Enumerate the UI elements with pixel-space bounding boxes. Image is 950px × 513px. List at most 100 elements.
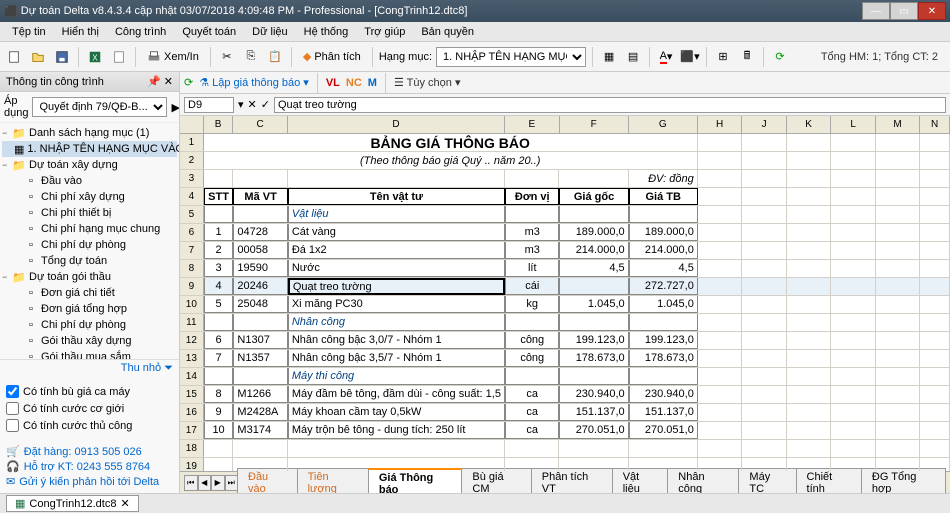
file-close-icon[interactable]: ✕ — [120, 497, 129, 510]
refresh-button[interactable]: ⟳ — [770, 47, 790, 67]
m-label[interactable]: M — [368, 77, 377, 89]
col-header[interactable]: D — [288, 116, 505, 133]
cell-reference-input[interactable] — [184, 97, 234, 113]
menu-quyet-toan[interactable]: Quyết toán — [174, 24, 244, 40]
menu-tep-tin[interactable]: Tệp tin — [4, 24, 54, 40]
col-header[interactable]: G — [629, 116, 698, 133]
check-bugia[interactable]: Có tính bù giá ca máy — [6, 383, 173, 400]
analyze-button[interactable]: ◆Phân tích — [298, 47, 366, 67]
row-header[interactable]: 17 — [180, 422, 204, 439]
minimize-button[interactable]: — — [862, 2, 890, 20]
row-header[interactable]: 14 — [180, 368, 204, 385]
sheet-tab[interactable]: Tiên lượng — [297, 468, 369, 494]
print-preview-button[interactable]: Xem/In — [142, 47, 204, 67]
col-header[interactable]: N — [920, 116, 950, 133]
pin-icon[interactable]: 📌 ✕ — [147, 75, 173, 88]
sheet-tab[interactable]: Máy TC — [738, 468, 796, 494]
row-header[interactable]: 6 — [180, 224, 204, 241]
row-header[interactable]: 5 — [180, 206, 204, 223]
sheet-tab[interactable]: ĐG Tổng hợp — [861, 468, 946, 494]
tree-item[interactable]: ▫Đơn giá tổng hợp — [2, 301, 177, 317]
sheet-tab[interactable]: Giá Thông báo — [368, 468, 463, 494]
file-tab[interactable]: ▦ CongTrinh12.dtc8 ✕ — [6, 495, 139, 512]
row-header[interactable]: 11 — [180, 314, 204, 331]
refresh-small-icon[interactable]: ⟳ — [184, 76, 193, 89]
row-header[interactable]: 1 — [180, 134, 204, 151]
spreadsheet-grid[interactable]: B C D E F G H J K L M N 1BẢNG GIÁ THÔNG … — [180, 116, 950, 471]
menu-he-thong[interactable]: Hệ thống — [296, 24, 357, 40]
row-header[interactable]: 4 — [180, 188, 204, 205]
grid-button[interactable]: ⊞ — [713, 47, 733, 67]
sheet-tab[interactable]: Chiết tính — [796, 468, 862, 494]
project-tree[interactable]: −📁Danh sách hạng mục (1)▦1. NHẬP TÊN HẠN… — [0, 123, 179, 359]
hangmuc-combo[interactable]: 1. NHẬP TÊN HẠNG MỤC VÀ... — [436, 47, 586, 67]
row-header[interactable]: 19 — [180, 458, 204, 471]
tool-a-button[interactable]: ▦ — [599, 47, 619, 67]
tree-item[interactable]: −📁Dự toán xây dựng — [2, 157, 177, 173]
open-file-button[interactable] — [28, 47, 48, 67]
tree-item[interactable]: ▫Đầu vào — [2, 173, 177, 189]
tab-nav-first[interactable]: ⏮ — [184, 475, 198, 491]
calc-button[interactable]: 🖩 — [737, 47, 757, 67]
menu-hien-thi[interactable]: Hiển thị — [54, 24, 107, 40]
tree-item[interactable]: ▫Đơn giá chi tiết — [2, 285, 177, 301]
fill-color-button[interactable]: ⬛▾ — [680, 47, 700, 67]
apdung-go-icon[interactable]: ▶ — [171, 101, 179, 114]
copy-button[interactable]: ⎘ — [241, 47, 261, 67]
tab-nav-next[interactable]: ▶ — [211, 475, 225, 491]
apdung-combo[interactable]: Quyết định 79/QĐ-B... — [32, 97, 167, 117]
formula-input[interactable] — [274, 97, 946, 113]
check-cuoc-cogioi[interactable]: Có tính cước cơ giới — [6, 400, 173, 417]
link-hotro[interactable]: 🎧 Hỗ trợ KT: 0243 555 8764 — [6, 459, 173, 474]
col-header[interactable]: K — [787, 116, 831, 133]
fx-dropdown-icon[interactable]: ▾ — [238, 98, 244, 111]
excel-export-button[interactable]: X — [85, 47, 105, 67]
sheet-tab[interactable]: Đầu vào — [237, 468, 298, 494]
menu-cong-trinh[interactable]: Công trình — [107, 24, 174, 40]
sheet-tab[interactable]: Phân tích VT — [531, 468, 613, 494]
tool-b-button[interactable]: ▤ — [623, 47, 643, 67]
link-phanhoi[interactable]: ✉ Gửi ý kiến phản hồi tới Delta — [6, 474, 173, 489]
tree-item[interactable]: ▦1. NHẬP TÊN HẠNG MỤC VÀO ĐÂY — [2, 141, 177, 157]
save-button[interactable] — [52, 47, 72, 67]
row-header[interactable]: 10 — [180, 296, 204, 313]
tree-item[interactable]: ▫Chi phí dự phòng — [2, 237, 177, 253]
row-header[interactable]: 16 — [180, 404, 204, 421]
col-header[interactable]: M — [876, 116, 920, 133]
row-header[interactable]: 9 — [180, 278, 204, 295]
tree-item[interactable]: −📁Dự toán gói thầu — [2, 269, 177, 285]
fx-cancel-icon[interactable]: ✕ — [248, 98, 257, 111]
tree-item[interactable]: ▫Chi phí thiết bị — [2, 205, 177, 221]
sheet-tab[interactable]: Bù giá CM — [461, 468, 531, 494]
col-header[interactable]: H — [698, 116, 742, 133]
fx-confirm-icon[interactable]: ✓ — [261, 98, 270, 111]
tree-item[interactable]: ▫Gói thầu xây dựng — [2, 333, 177, 349]
row-header[interactable]: 8 — [180, 260, 204, 277]
row-header[interactable]: 15 — [180, 386, 204, 403]
row-header[interactable]: 7 — [180, 242, 204, 259]
sheet-tab[interactable]: Vật liệu — [612, 468, 669, 494]
col-header[interactable]: E — [505, 116, 559, 133]
col-header[interactable]: J — [742, 116, 786, 133]
nc-label[interactable]: NC — [346, 77, 362, 89]
cut-button[interactable]: ✂ — [217, 47, 237, 67]
col-header[interactable]: C — [233, 116, 287, 133]
menu-tro-giup[interactable]: Trợ giúp — [356, 24, 413, 40]
row-header[interactable]: 2 — [180, 152, 204, 169]
check-cuoc-thucong[interactable]: Có tính cước thủ công — [6, 417, 173, 434]
sheet-tab[interactable]: Nhân công — [667, 468, 739, 494]
menu-du-lieu[interactable]: Dữ liệu — [244, 24, 296, 40]
tree-item[interactable]: −📁Danh sách hạng mục (1) — [2, 125, 177, 141]
tree-item[interactable]: ▫Tổng dự toán — [2, 253, 177, 269]
link-dathang[interactable]: 🛒 Đặt hàng: 0913 505 026 — [6, 444, 173, 459]
tuychon-link[interactable]: ☰ Tùy chọn ▾ — [394, 76, 461, 89]
tree-item[interactable]: ▫Chi phí hạng mục chung — [2, 221, 177, 237]
row-header[interactable]: 3 — [180, 170, 204, 187]
font-color-button[interactable]: A▾ — [656, 47, 676, 67]
row-header[interactable]: 13 — [180, 350, 204, 367]
thunho-link[interactable]: Thu nhỏ ⏷ — [121, 362, 173, 374]
corner-cell[interactable] — [180, 116, 204, 133]
tab-nav-last[interactable]: ⏭ — [225, 475, 239, 491]
tree-item[interactable]: ▫Chi phí xây dựng — [2, 189, 177, 205]
tab-nav-prev[interactable]: ◀ — [198, 475, 212, 491]
